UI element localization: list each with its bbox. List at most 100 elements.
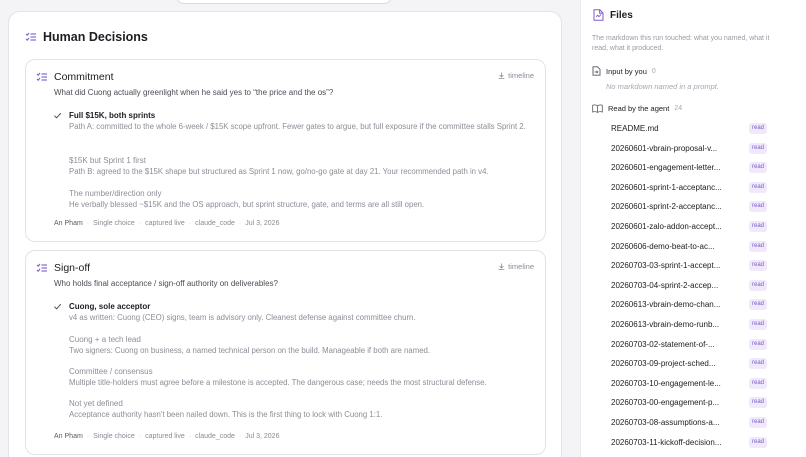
file-name: 20260703-11-kickoff-decision... <box>611 437 722 447</box>
read-badge: read <box>748 221 767 232</box>
option-desc: Path B: agreed to the $15K shape but str… <box>69 167 489 176</box>
option-desc: v4 as written: Cuong (CEO) signs, team i… <box>69 313 416 322</box>
read-badge: read <box>748 181 767 193</box>
file-name: 20260703-00-engagement-p... <box>611 398 720 408</box>
option[interactable]: Committee / consensus Multiple title-hol… <box>69 366 539 388</box>
file-row[interactable]: 20260703-03-sprint-1-accept... read <box>611 259 767 273</box>
read-badge: read <box>748 397 767 409</box>
read-badge: read <box>748 142 767 154</box>
file-row[interactable]: 20260606-demo-beat-to-ac... read <box>611 239 767 253</box>
card-header: Sign-off <box>36 262 90 274</box>
read-badge: read <box>748 240 767 252</box>
file-row[interactable]: 20260601-zalo-addon-accept... read <box>611 220 767 234</box>
file-name: 20260703-04-sprint-2-accep... <box>611 280 719 290</box>
file-name: 20260601-zalo-addon-accept... <box>611 222 722 231</box>
option[interactable]: Cuong + a tech lead Two signers: Cuong o… <box>69 334 539 356</box>
list-check-icon <box>36 72 47 82</box>
file-row[interactable]: 20260703-09-project-sched... read <box>611 357 767 371</box>
file-row[interactable]: 20260703-08-assumptions-a... read <box>611 416 767 430</box>
file-row[interactable]: 20260703-11-kickoff-decision... read <box>611 435 767 449</box>
file-row[interactable]: 20260601-engagement-letter... read <box>611 161 767 175</box>
file-row[interactable]: 20260703-10-engagement-le... read <box>611 376 767 390</box>
read-badge: read <box>748 123 767 134</box>
file-row[interactable]: 20260601-sprint-1-acceptanc... read <box>611 180 767 194</box>
read-badge: read <box>748 201 767 213</box>
file-name: 20260703-10-engagement-le... <box>611 378 721 388</box>
card-meta: An Pham · Single choice · captured live … <box>54 220 279 227</box>
read-badge: read <box>748 319 767 330</box>
file-row[interactable]: 20260601-sprint-2-acceptanc... read <box>611 200 767 214</box>
files-panel: Files The markdown this run touched: wha… <box>580 0 806 457</box>
option-label: Full $15K, both sprints <box>69 111 156 120</box>
meta-capture: captured live <box>145 220 185 227</box>
meta-type: Single choice <box>93 220 135 227</box>
file-name: 20260601-engagement-letter... <box>611 163 721 173</box>
file-name: README.md <box>611 124 659 133</box>
file-row[interactable]: 20260703-00-engagement-p... read <box>611 396 767 410</box>
option-selected[interactable]: Cuong, sole acceptor v4 as written: Cuon… <box>54 301 539 323</box>
read-badge: read <box>748 279 767 291</box>
option-label: Not yet defined <box>69 399 123 408</box>
check-icon <box>54 303 62 310</box>
input-group-count: 0 <box>651 67 656 75</box>
file-icon <box>593 9 604 21</box>
option[interactable]: Not yet defined Acceptance authority has… <box>69 398 539 420</box>
option-selected[interactable]: Full $15K, both sprints Path A: committe… <box>54 110 539 132</box>
card-question: What did Cuong actually greenlight when … <box>54 88 334 97</box>
meta-agent: claude_code <box>195 433 235 440</box>
decision-card-commitment: Commitment timeline What did Cuong actua… <box>25 59 546 242</box>
option-desc: He verbally blessed ~$15K and the OS app… <box>69 200 425 209</box>
meta-agent: claude_code <box>195 220 235 227</box>
meta-separator: · <box>138 220 142 227</box>
card-title: Sign-off <box>54 262 90 274</box>
meta-type: Single choice <box>93 433 135 440</box>
read-badge: read <box>748 338 767 350</box>
search-pill[interactable] <box>176 0 392 4</box>
read-group-count: 24 <box>674 105 683 112</box>
meta-date: Jul 3, 2026 <box>245 220 280 227</box>
file-row[interactable]: 20260601-vbrain-proposal-v... read <box>611 141 767 155</box>
read-group-header: Read by the agent 24 <box>592 104 682 113</box>
timeline-label: timeline <box>508 71 534 80</box>
option[interactable]: $15K but Sprint 1 first Path B: agreed t… <box>69 155 539 177</box>
file-row[interactable]: 20260703-02-statement-of-... read <box>611 337 767 351</box>
option-label: Cuong + a tech lead <box>69 335 141 344</box>
meta-separator: · <box>238 220 242 227</box>
file-name: 20260703-03-sprint-1-accept... <box>611 261 721 271</box>
section-title: Human Decisions <box>43 30 148 44</box>
file-row[interactable]: 20260613-vbrain-demo-runb... read <box>611 318 767 332</box>
file-row[interactable]: README.md read <box>611 122 767 136</box>
list-check-icon <box>36 263 47 273</box>
book-open-icon <box>592 104 603 113</box>
file-name: 20260601-vbrain-proposal-v... <box>611 143 718 153</box>
meta-separator: · <box>188 433 192 440</box>
human-decisions-panel: Human Decisions Commitment timeline What… <box>8 11 562 457</box>
option[interactable]: The number/direction only He verbally bl… <box>69 188 539 210</box>
read-badge: read <box>748 260 767 272</box>
file-row[interactable]: 20260703-04-sprint-2-accep... read <box>611 278 767 292</box>
card-header: Commitment <box>36 71 114 83</box>
file-name: 20260613-vbrain-demo-chan... <box>611 300 721 310</box>
meta-separator: · <box>188 220 192 227</box>
file-name: 20260703-08-assumptions-a... <box>611 418 720 427</box>
read-badge: read <box>748 417 767 428</box>
option-desc: Two signers: Cuong on business, a named … <box>69 346 431 355</box>
read-group-label: Read by the agent <box>608 104 670 113</box>
timeline-link[interactable]: timeline <box>498 71 534 80</box>
files-subtitle: The markdown this run touched: what you … <box>592 35 770 52</box>
files-header: Files <box>593 9 633 21</box>
timeline-link[interactable]: timeline <box>498 262 534 271</box>
option-label: $15K but Sprint 1 first <box>69 156 146 165</box>
card-meta: An Pham · Single choice · captured live … <box>54 433 279 440</box>
file-name: 20260703-02-statement-of-... <box>611 339 715 349</box>
option-desc: Path A: committed to the whole 6-week / … <box>69 122 526 131</box>
file-name: 20260606-demo-beat-to-ac... <box>611 241 715 251</box>
list-check-icon <box>25 32 36 42</box>
meta-date: Jul 3, 2026 <box>245 433 280 440</box>
file-name: 20260703-09-project-sched... <box>611 359 716 369</box>
files-title: Files <box>610 9 633 21</box>
file-row[interactable]: 20260613-vbrain-demo-chan... read <box>611 298 767 312</box>
download-icon <box>498 263 505 270</box>
input-group-label: Input by you <box>606 66 647 76</box>
card-question: Who holds final acceptance / sign-off au… <box>54 279 278 288</box>
